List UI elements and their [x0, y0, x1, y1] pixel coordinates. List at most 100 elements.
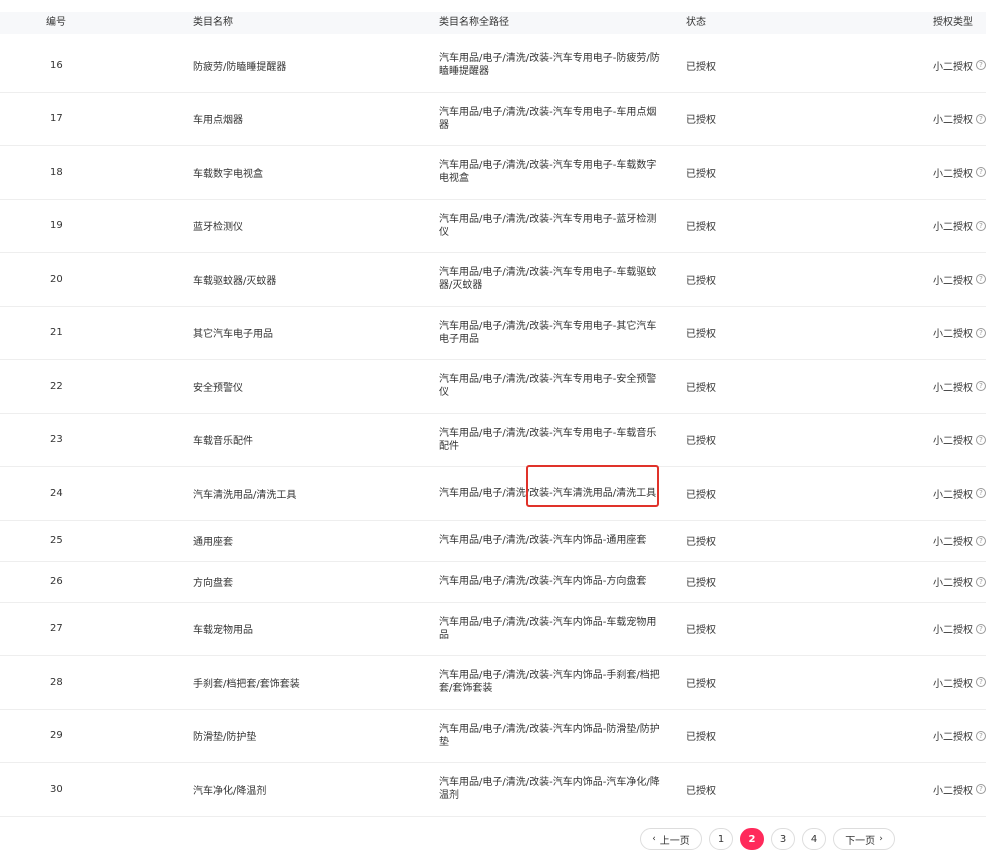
row-id: 27 [50, 623, 63, 635]
auth-type-label: 小二授权 [933, 382, 973, 394]
row-path: 汽车用品/电子/清洗/改装-汽车内饰品-防滑垫/防护垫 [439, 723, 660, 748]
row-id: 29 [50, 730, 63, 742]
question-circle-icon[interactable]: ? [976, 327, 986, 338]
row-path: 汽车用品/电子/清洗/改装-汽车专用电子-车载数字电视盒 [439, 160, 657, 185]
row-status: 已授权 [686, 732, 716, 744]
header-name: 类目名称 [193, 17, 233, 28]
page-button-1[interactable]: 1 [709, 828, 733, 850]
row-status: 已授权 [686, 275, 716, 287]
row-name: 方向盘套 [193, 578, 233, 589]
row-status: 已授权 [686, 115, 716, 127]
question-circle-icon[interactable]: ? [976, 576, 986, 587]
row-path: 汽车用品/电子/清洗/改装-汽车专用电子-安全预警仪 [439, 374, 657, 399]
header-status: 状态 [686, 17, 706, 28]
auth-type-label: 小二授权 [933, 785, 973, 797]
row-auth-type: 小二授权? [933, 360, 986, 413]
row-id: 30 [50, 783, 63, 795]
row-status: 已授权 [686, 168, 716, 180]
table-row: 16 防疲劳/防瞌睡提醒器 汽车用品/电子/清洗/改装-汽车专用电子-防疲劳/防… [0, 39, 986, 93]
auth-type-label: 小二授权 [933, 732, 973, 744]
question-circle-icon[interactable]: ? [976, 113, 986, 124]
row-auth-type: 小二授权? [933, 253, 986, 306]
page-button-3[interactable]: 3 [771, 828, 795, 850]
row-auth-type: 小二授权? [933, 39, 986, 92]
page-button-2-current[interactable]: 2 [740, 828, 764, 850]
row-id: 17 [50, 113, 63, 125]
row-path: 汽车用品/电子/清洗/改装-汽车专用电子-防疲劳/防瞌睡提醒器 [439, 53, 660, 78]
row-id: 24 [50, 487, 63, 499]
table-header: 编号 类目名称 类目名称全路径 状态 授权类型 [0, 12, 986, 34]
table-row: 18 车载数字电视盒 汽车用品/电子/清洗/改装-汽车专用电子-车载数字电视盒 … [0, 146, 986, 200]
pagination: ‹ 上一页 1 2 3 4 下一页 › [640, 828, 902, 850]
row-name: 蓝牙检测仪 [193, 222, 243, 234]
question-circle-icon[interactable]: ? [976, 381, 986, 392]
row-id: 23 [50, 434, 63, 446]
row-status: 已授权 [686, 578, 716, 589]
question-circle-icon[interactable]: ? [976, 488, 986, 499]
auth-type-label: 小二授权 [933, 489, 973, 501]
row-status: 已授权 [686, 382, 716, 394]
row-path: 汽车用品/电子/清洗/改装-汽车内饰品-车载宠物用品 [439, 616, 657, 641]
row-auth-type: 小二授权? [933, 146, 986, 199]
row-auth-type: 小二授权? [933, 521, 986, 561]
category-auth-page: 编号 类目名称 类目名称全路径 状态 授权类型 16 防疲劳/防瞌睡提醒器 汽车… [0, 0, 986, 857]
table-row: 30 汽车净化/降温剂 汽车用品/电子/清洗/改装-汽车内饰品-汽车净化/降温剂… [0, 763, 986, 817]
chevron-left-icon: ‹ [652, 834, 656, 844]
row-id: 26 [50, 576, 63, 587]
row-path: 汽车用品/电子/清洗/改装-汽车专用电子-其它汽车电子用品 [439, 320, 657, 345]
row-name: 车载驱蚊器/灭蚊器 [193, 275, 277, 287]
row-name: 汽车清洗用品/清洗工具 [193, 489, 297, 501]
row-status: 已授权 [686, 489, 716, 501]
question-circle-icon[interactable]: ? [976, 784, 986, 795]
question-circle-icon[interactable]: ? [976, 677, 986, 688]
row-path: 汽车用品/电子/清洗/改装-汽车内饰品-方向盘套 [439, 576, 647, 587]
row-status: 已授权 [686, 222, 716, 234]
table-row: 19 蓝牙检测仪 汽车用品/电子/清洗/改装-汽车专用电子-蓝牙检测仪 已授权 … [0, 200, 986, 253]
row-auth-type: 小二授权? [933, 656, 986, 709]
row-path: 汽车用品/电子/清洗/改装-汽车专用电子-车载驱蚊器/灭蚊器 [439, 267, 657, 292]
question-circle-icon[interactable]: ? [976, 623, 986, 634]
auth-type-label: 小二授权 [933, 436, 973, 448]
chevron-right-icon: › [879, 834, 883, 844]
row-auth-type: 小二授权? [933, 763, 986, 816]
row-id: 18 [50, 166, 63, 178]
next-page-label: 下一页 [845, 835, 876, 847]
row-name: 车用点烟器 [193, 115, 243, 127]
row-auth-type: 小二授权? [933, 93, 986, 146]
row-name: 防滑垫/防护垫 [193, 732, 257, 744]
row-status: 已授权 [686, 436, 716, 448]
row-path: 汽车用品/电子/清洗/改装-汽车清洗用品/清洗工具 [439, 487, 657, 499]
table-row: 25 通用座套 汽车用品/电子/清洗/改装-汽车内饰品-通用座套 已授权 小二授… [0, 521, 986, 562]
table-row: 27 车载宠物用品 汽车用品/电子/清洗/改装-汽车内饰品-车载宠物用品 已授权… [0, 603, 986, 656]
row-id: 22 [50, 380, 63, 392]
question-circle-icon[interactable]: ? [976, 167, 986, 178]
row-id: 21 [50, 327, 63, 339]
auth-type-label: 小二授权 [933, 168, 973, 180]
row-auth-type: 小二授权? [933, 414, 986, 467]
question-circle-icon[interactable]: ? [976, 274, 986, 285]
next-page-button[interactable]: 下一页 › [833, 828, 895, 850]
auth-type-label: 小二授权 [933, 61, 973, 73]
prev-page-button[interactable]: ‹ 上一页 [640, 828, 702, 850]
row-status: 已授权 [686, 329, 716, 341]
question-circle-icon[interactable]: ? [976, 60, 986, 71]
auth-type-label: 小二授权 [933, 578, 973, 589]
row-name: 手刹套/档把套/套饰套装 [193, 678, 300, 690]
row-name: 车载数字电视盒 [193, 168, 263, 180]
header-auth-type: 授权类型 [933, 17, 973, 28]
question-circle-icon[interactable]: ? [976, 730, 986, 741]
row-path: 汽车用品/电子/清洗/改装-汽车专用电子-蓝牙检测仪 [439, 213, 657, 238]
table-row: 20 车载驱蚊器/灭蚊器 汽车用品/电子/清洗/改装-汽车专用电子-车载驱蚊器/… [0, 253, 986, 307]
row-id: 25 [50, 535, 63, 546]
question-circle-icon[interactable]: ? [976, 535, 986, 546]
row-id: 16 [50, 59, 63, 71]
row-auth-type: 小二授权? [933, 603, 986, 656]
question-circle-icon[interactable]: ? [976, 220, 986, 231]
row-name: 其它汽车电子用品 [193, 329, 273, 341]
question-circle-icon[interactable]: ? [976, 434, 986, 445]
page-button-4[interactable]: 4 [802, 828, 826, 850]
table-row: 26 方向盘套 汽车用品/电子/清洗/改装-汽车内饰品-方向盘套 已授权 小二授… [0, 562, 986, 603]
auth-type-label: 小二授权 [933, 537, 973, 548]
row-auth-type: 小二授权? [933, 562, 986, 602]
row-status: 已授权 [686, 61, 716, 73]
